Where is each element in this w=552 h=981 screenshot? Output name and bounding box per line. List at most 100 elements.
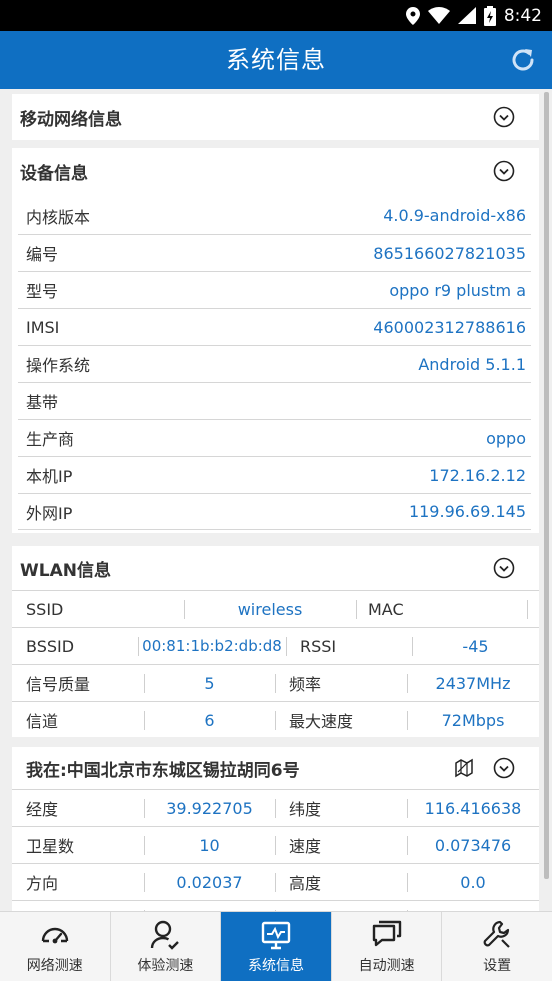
location-row-direction: 方向 0.02037 高度 0.0 [12, 863, 539, 900]
os-row: 操作系统 Android 5.1.1 [18, 345, 531, 382]
app-bar: 系统信息 [0, 31, 552, 89]
page-title: 系统信息 [226, 46, 326, 74]
wlan-info-title: WLAN信息 [20, 560, 111, 581]
frequency-label: 频率 [289, 675, 322, 694]
nav-network-speed-test[interactable]: 网络测速 [0, 912, 111, 981]
imsi-value: 460002312788616 [373, 317, 526, 337]
model-value: oppo r9 plustm a [389, 280, 526, 300]
nav-system-info[interactable]: 系统信息 [221, 912, 332, 981]
signal-quality-value: 5 [204, 673, 215, 693]
manufacturer-label: 生产商 [26, 430, 75, 449]
public-ip-row: 外网IP 119.96.69.145 [18, 493, 531, 530]
nav-auto-speed-test[interactable]: 自动测速 [332, 912, 443, 981]
altitude-label: 高度 [289, 874, 322, 893]
wifi-icon [427, 7, 450, 24]
local-ip-value: 172.16.2.12 [429, 465, 526, 485]
baseband-label: 基带 [26, 393, 59, 412]
content-scroll[interactable]: 移动网络信息 设备信息 内核版本 4.0.9-android-x86 编号 86… [0, 89, 552, 911]
rssi-label: RSSI [300, 636, 337, 656]
battery-icon [483, 5, 496, 26]
serial-number-value: 865166027821035 [373, 243, 526, 263]
chevron-down-icon[interactable] [493, 160, 515, 182]
location-row-partial [12, 900, 539, 911]
serial-number-label: 编号 [26, 245, 59, 264]
max-speed-label: 最大速度 [289, 712, 354, 731]
location-row-satellites: 卫星数 10 速度 0.073476 [12, 826, 539, 863]
bssid-label: BSSID [26, 636, 75, 656]
os-label: 操作系统 [26, 356, 91, 375]
rssi-value: -45 [462, 636, 489, 656]
direction-label: 方向 [26, 874, 59, 893]
scrollbar[interactable] [544, 92, 549, 879]
mobile-network-title: 移动网络信息 [20, 109, 122, 130]
mac-value [528, 591, 538, 627]
location-title: 我在:中国北京市东城区锡拉胡同6号 [26, 760, 300, 781]
max-speed-value: 72Mbps [441, 710, 505, 730]
imsi-row: IMSI 460002312788616 [18, 308, 531, 345]
bssid-value: 00:81:1b:b2:db:d8 [142, 637, 282, 655]
channel-label: 信道 [26, 712, 59, 731]
direction-value: 0.02037 [176, 872, 243, 892]
wlan-info-header[interactable]: WLAN信息 [12, 546, 539, 590]
bottom-nav: 网络测速 体验测速 系统信息 自动测速 设置 [0, 911, 552, 981]
wlan-row-channel: 信道 6 最大速度 72Mbps [12, 701, 539, 738]
local-ip-label: 本机IP [26, 467, 73, 486]
local-ip-row: 本机IP 172.16.2.12 [18, 456, 531, 493]
speedometer-icon [41, 927, 68, 944]
channel-value: 6 [204, 710, 215, 730]
wrench-icon [483, 920, 510, 948]
device-info-title: 设备信息 [20, 163, 88, 184]
wlan-row-bssid: BSSID 00:81:1b:b2:db:d8 RSSI -45 [12, 627, 539, 664]
satellites-value: 10 [199, 835, 220, 855]
manufacturer-row: 生产商 oppo [18, 419, 531, 456]
ssid-value: wireless [237, 599, 303, 619]
longitude-label: 经度 [26, 800, 59, 819]
wlan-info-card: WLAN信息 SSID wireless MAC BSSID 00:81:1b:… [12, 546, 539, 737]
public-ip-value: 119.96.69.145 [408, 502, 526, 521]
kernel-version-value: 4.0.9-android-x86 [383, 206, 526, 225]
os-value: Android 5.1.1 [418, 354, 526, 374]
mac-label: MAC [368, 599, 404, 619]
refresh-icon[interactable] [508, 45, 538, 75]
mobile-network-header[interactable]: 移动网络信息 [12, 94, 539, 140]
chevron-down-icon[interactable] [493, 106, 515, 128]
nav-settings[interactable]: 设置 [442, 912, 552, 981]
device-info-header[interactable]: 设备信息 [12, 148, 539, 194]
altitude-value: 0.0 [460, 872, 486, 892]
latitude-value: 116.416638 [424, 798, 522, 818]
map-icon[interactable] [453, 757, 475, 779]
chevron-down-icon[interactable] [493, 557, 515, 579]
kernel-version-row: 内核版本 4.0.9-android-x86 [18, 197, 531, 234]
model-row: 型号 oppo r9 plustm a [18, 271, 531, 308]
nav-label: 网络测速 [26, 958, 83, 974]
location-icon [405, 6, 420, 25]
latitude-label: 纬度 [289, 800, 322, 819]
chevron-down-icon[interactable] [493, 757, 515, 779]
nav-label: 设置 [483, 958, 512, 974]
model-label: 型号 [26, 282, 59, 301]
frequency-value: 2437MHz [435, 673, 511, 693]
clock: 8:42 [503, 5, 542, 26]
nav-label: 自动测速 [358, 958, 415, 974]
device-info-card: 设备信息 内核版本 4.0.9-android-x86 编号 865166027… [12, 148, 539, 533]
baseband-row: 基带 [18, 382, 531, 419]
user-check-icon [151, 920, 180, 950]
chat-bubbles-icon [372, 920, 401, 947]
location-header: 我在:中国北京市东城区锡拉胡同6号 [12, 747, 539, 789]
nav-label: 体验测速 [137, 958, 194, 974]
status-bar: 8:42 [0, 0, 552, 31]
mobile-network-card[interactable]: 移动网络信息 [12, 94, 539, 140]
nav-label: 系统信息 [247, 958, 304, 974]
speed-label: 速度 [289, 837, 322, 856]
location-card: 我在:中国北京市东城区锡拉胡同6号 经度 39.922705 纬度 116.41… [12, 747, 539, 911]
manufacturer-value: oppo [486, 428, 526, 448]
monitor-icon [261, 921, 291, 950]
imsi-label: IMSI [26, 317, 60, 337]
public-ip-label: 外网IP [26, 503, 73, 523]
ssid-label: SSID [26, 599, 64, 619]
nav-experience-test[interactable]: 体验测速 [111, 912, 222, 981]
speed-value: 0.073476 [434, 835, 512, 855]
location-row-coords: 经度 39.922705 纬度 116.416638 [12, 789, 539, 826]
satellites-label: 卫星数 [26, 837, 75, 856]
wlan-row-ssid: SSID wireless MAC [12, 590, 539, 627]
